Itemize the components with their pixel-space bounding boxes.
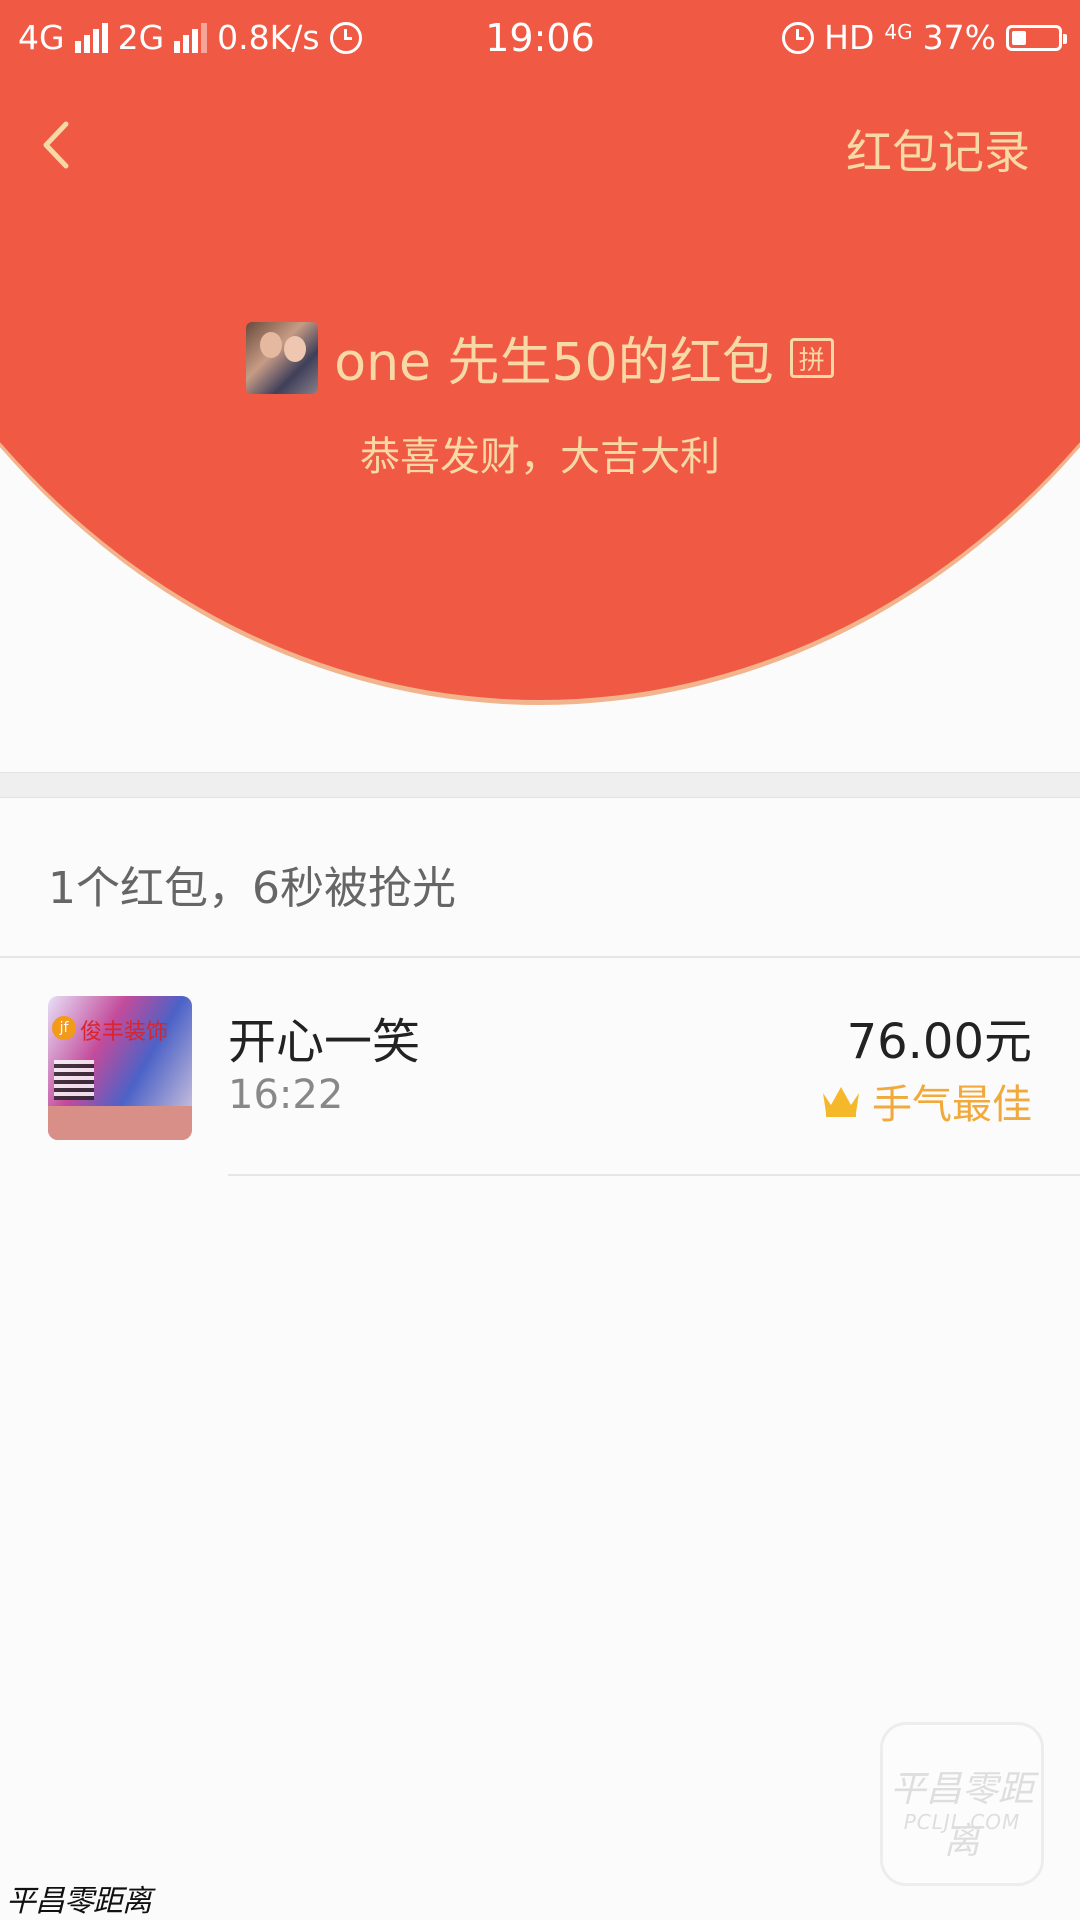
avatar-text: 俊丰装饰 — [80, 1020, 169, 1045]
best-luck-label: 手气最佳 — [872, 1082, 1032, 1128]
status-bar: 4G 2G 0.8K/s 19:06 HD 4G 37% — [0, 0, 1080, 80]
back-button[interactable] — [30, 110, 90, 180]
divider — [228, 1174, 1080, 1176]
watermark-url: PCLJL.COM — [903, 1810, 1021, 1834]
pin-badge: 拼 — [789, 337, 834, 378]
sender-avatar[interactable] — [246, 321, 319, 394]
recipient-time: 16:22 — [228, 1072, 344, 1118]
summary-text: 1个红包，6秒被抢光 — [48, 863, 456, 914]
network-label-3: 4G — [884, 19, 913, 44]
battery-icon — [1006, 24, 1067, 51]
recipient-amount: 76.00元 — [846, 1014, 1032, 1070]
status-right: HD 4G 37% — [782, 18, 1067, 57]
recipient-avatar[interactable]: jf 俊丰装饰 — [48, 996, 192, 1140]
sender-row: one 先生50的红包 拼 — [0, 320, 1080, 395]
red-packet-records-link[interactable]: 红包记录 — [846, 116, 1030, 182]
list-item[interactable]: jf 俊丰装饰 开心一笑 16:22 76.00元 手气最佳 — [0, 958, 1080, 1174]
best-luck-badge: 手气最佳 — [820, 1072, 1032, 1130]
recipient-name: 开心一笑 — [228, 1014, 421, 1070]
qr-code-icon — [54, 1060, 94, 1100]
greeting-message: 恭喜发财，大吉大利 — [360, 434, 720, 480]
avatar-decoration — [48, 1106, 192, 1140]
section-divider — [0, 772, 1080, 798]
watermark-small: 平昌零距离 — [6, 1884, 152, 1919]
battery-percent: 37% — [922, 18, 996, 57]
alarm-icon — [782, 21, 815, 54]
sender-title: one 先生50的红包 — [334, 333, 774, 393]
crown-icon — [823, 1087, 859, 1117]
red-packet-detail-page: 4G 2G 0.8K/s 19:06 HD 4G 37% 红包记录 one 先生… — [0, 0, 1080, 1920]
logo-icon: jf — [52, 1016, 76, 1040]
hd-label: HD — [824, 18, 875, 57]
chevron-left-icon — [43, 121, 69, 169]
